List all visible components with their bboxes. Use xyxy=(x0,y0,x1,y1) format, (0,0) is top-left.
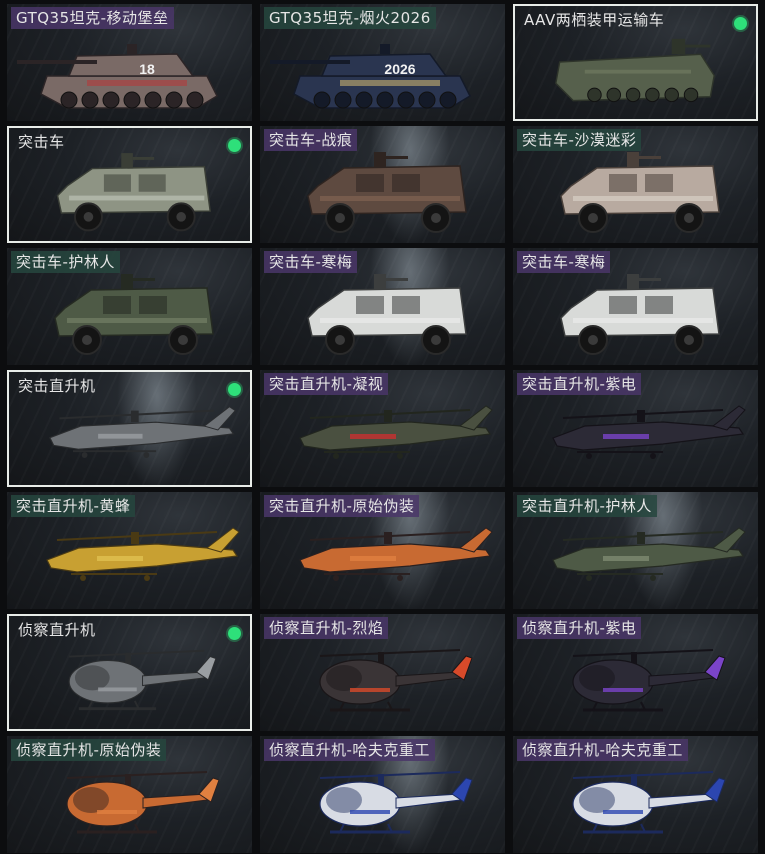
scout-helicopter-model xyxy=(572,649,726,712)
vehicle-skin-card[interactable]: 突击直升机-凝视 xyxy=(260,370,505,487)
attack-helicopter-model xyxy=(46,527,240,581)
equipped-indicator-icon xyxy=(228,627,241,640)
vehicle-skin-card[interactable]: 突击车 xyxy=(7,126,252,243)
vehicle-skin-card[interactable]: 突击车-寒梅 xyxy=(513,248,758,365)
armored-car-model xyxy=(54,274,214,355)
attack-helicopter-model xyxy=(49,406,236,458)
vehicle-skin-card[interactable]: 突击车-沙漠迷彩 xyxy=(513,126,758,243)
attack-helicopter-model xyxy=(299,527,493,581)
tank-model: 18 xyxy=(17,44,218,109)
vehicle-skin-card[interactable]: 突击直升机 xyxy=(7,370,252,487)
spotlight-glow xyxy=(370,126,451,243)
armored-car-model xyxy=(56,153,211,232)
armored-car-model xyxy=(560,152,720,233)
vehicle-skin-card[interactable]: 侦察直升机-哈夫克重工 xyxy=(513,736,758,853)
aav-model xyxy=(555,38,715,103)
vehicle-skin-name: 侦察直升机 xyxy=(18,621,96,639)
tank-decal: 2026 xyxy=(384,61,415,77)
vehicle-skin-card[interactable]: 侦察直升机 xyxy=(7,614,252,731)
attack-helicopter-model xyxy=(299,405,493,459)
vehicle-skin-card[interactable]: 2026 GTQ35坦克-烟火2026 xyxy=(260,4,505,121)
vehicle-skin-card[interactable]: 突击直升机-黄蜂 xyxy=(7,492,252,609)
spotlight-glow xyxy=(117,372,198,485)
vehicle-skin-name: 突击直升机-紫电 xyxy=(517,373,642,395)
vehicle-skin-name: GTQ35坦克-移动堡垒 xyxy=(11,7,174,29)
vehicle-skin-name: 突击车 xyxy=(18,133,65,151)
armored-car-model xyxy=(560,274,720,355)
spotlight-glow xyxy=(370,248,451,365)
vehicle-skin-name: 侦察直升机-原始伪装 xyxy=(11,739,167,761)
scout-helicopter-model xyxy=(68,649,217,711)
vehicle-skin-name: 侦察直升机-哈夫克重工 xyxy=(264,739,435,761)
armored-car-model xyxy=(307,152,467,233)
vehicle-skin-name: GTQ35坦克-烟火2026 xyxy=(264,7,436,29)
vehicle-skin-name: AAV两栖装甲运输车 xyxy=(524,11,665,29)
vehicle-skin-card[interactable]: 突击直升机-紫电 xyxy=(513,370,758,487)
vehicle-skin-card[interactable]: 突击车-寒梅 xyxy=(260,248,505,365)
vehicle-skin-name: 突击车-寒梅 xyxy=(264,251,358,273)
vehicle-skin-card[interactable]: 突击直升机-护林人 xyxy=(513,492,758,609)
attack-helicopter-model xyxy=(552,527,746,581)
equipped-indicator-icon xyxy=(734,17,747,30)
vehicle-skin-card[interactable]: 突击直升机-原始伪装 xyxy=(260,492,505,609)
vehicle-skin-name: 突击直升机-原始伪装 xyxy=(264,495,420,517)
vehicle-skin-grid: 18 GTQ35坦克-移动堡垒 2026 GTQ35坦克-烟火2026 AAV两栖装甲运… xyxy=(0,0,765,854)
vehicle-skin-name: 突击车-寒梅 xyxy=(517,251,611,273)
armored-car-model xyxy=(307,274,467,355)
vehicle-skin-name: 突击直升机-凝视 xyxy=(264,373,389,395)
tank-model: 2026 xyxy=(270,44,471,109)
vehicle-skin-card[interactable]: 突击车-战痕 xyxy=(260,126,505,243)
vehicle-skin-name: 突击车-沙漠迷彩 xyxy=(517,129,642,151)
vehicle-skin-name: 侦察直升机-烈焰 xyxy=(264,617,389,639)
vehicle-skin-card[interactable]: 侦察直升机-紫电 xyxy=(513,614,758,731)
scout-helicopter-model xyxy=(319,771,473,834)
vehicle-skin-card[interactable]: 18 GTQ35坦克-移动堡垒 xyxy=(7,4,252,121)
vehicle-skin-name: 突击直升机-黄蜂 xyxy=(11,495,136,517)
equipped-indicator-icon xyxy=(228,139,241,152)
vehicle-skin-name: 侦察直升机-哈夫克重工 xyxy=(517,739,688,761)
attack-helicopter-model xyxy=(552,405,746,459)
vehicle-skin-card[interactable]: 突击车-护林人 xyxy=(7,248,252,365)
vehicle-skin-card[interactable]: 侦察直升机-哈夫克重工 xyxy=(260,736,505,853)
vehicle-skin-card[interactable]: AAV两栖装甲运输车 xyxy=(513,4,758,121)
vehicle-skin-card[interactable]: 侦察直升机-原始伪装 xyxy=(7,736,252,853)
scout-helicopter-model xyxy=(319,649,473,712)
vehicle-skin-name: 突击直升机-护林人 xyxy=(517,495,657,517)
scout-helicopter-model xyxy=(572,771,726,834)
vehicle-skin-name: 突击车-护林人 xyxy=(11,251,120,273)
vehicle-skin-name: 突击车-战痕 xyxy=(264,129,358,151)
vehicle-skin-name: 侦察直升机-紫电 xyxy=(517,617,642,639)
vehicle-skin-name: 突击直升机 xyxy=(18,377,96,395)
scout-helicopter-model xyxy=(66,771,220,834)
tank-decal: 18 xyxy=(139,61,155,77)
vehicle-skin-card[interactable]: 侦察直升机-烈焰 xyxy=(260,614,505,731)
equipped-indicator-icon xyxy=(228,383,241,396)
